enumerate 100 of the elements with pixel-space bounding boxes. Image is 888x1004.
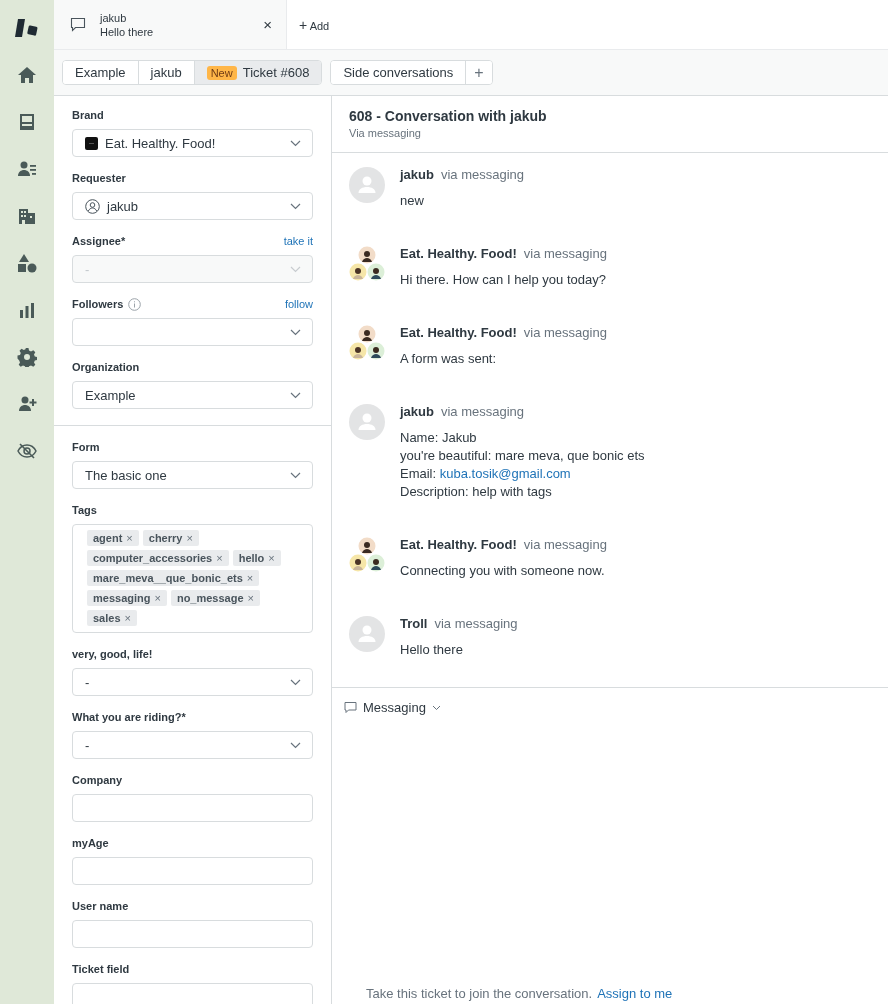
tag: computer_accessories × bbox=[87, 550, 229, 566]
team-avatar-icon bbox=[349, 325, 385, 361]
field-label: Form bbox=[72, 441, 100, 453]
tag: mare_meva__que_bonic_ets × bbox=[87, 570, 260, 586]
field-label: Brand bbox=[72, 109, 104, 121]
tag: cherry × bbox=[142, 530, 199, 546]
remove-tag-button[interactable]: × bbox=[268, 552, 275, 564]
building-icon[interactable] bbox=[17, 206, 37, 226]
input-field[interactable] bbox=[72, 983, 313, 1004]
dropdown-field[interactable]: Example bbox=[72, 381, 313, 409]
tab-title: jakub bbox=[100, 10, 128, 25]
chevron-down-icon bbox=[290, 265, 301, 273]
team-avatar-icon bbox=[349, 537, 385, 573]
channel-label: via messaging bbox=[440, 167, 525, 182]
tag: agent × bbox=[87, 530, 139, 546]
remove-tag-button[interactable]: × bbox=[186, 532, 193, 544]
remove-tag-button[interactable]: × bbox=[216, 552, 223, 564]
channel-dropdown[interactable]: Messaging bbox=[344, 700, 441, 715]
message-text: A form was sent: bbox=[400, 350, 498, 368]
channel-label: via messaging bbox=[434, 616, 518, 631]
chevron-down-icon bbox=[290, 741, 301, 749]
settings-icon[interactable] bbox=[17, 347, 37, 367]
tag: messaging × bbox=[87, 590, 167, 606]
side-conversations-button[interactable]: Side conversations bbox=[331, 61, 467, 84]
tag: hello × bbox=[232, 550, 281, 566]
dropdown-field[interactable]: Eat. Healthy. Food! bbox=[72, 129, 313, 157]
breadcrumb-tab[interactable]: Example bbox=[63, 61, 139, 84]
hidden-eye-icon[interactable] bbox=[17, 441, 37, 461]
field-label: Assignee* bbox=[72, 235, 126, 247]
remove-tag-button[interactable]: × bbox=[124, 612, 131, 624]
field-value: jakub bbox=[107, 198, 139, 214]
tag: no_message × bbox=[170, 590, 260, 606]
author-name: Troll bbox=[400, 616, 428, 631]
chevron-down-icon bbox=[290, 139, 301, 147]
contacts-icon[interactable] bbox=[17, 159, 37, 179]
message-text: Connecting you with someone now. bbox=[400, 562, 606, 580]
field-label: User name bbox=[72, 900, 129, 912]
field-label: Company bbox=[72, 774, 123, 786]
conversation-title: 608 - Conversation with jakub bbox=[349, 108, 548, 124]
field-label: Followers bbox=[72, 298, 124, 310]
message-text: Hi there. How can I help you today? bbox=[400, 271, 607, 289]
action-link[interactable]: follow bbox=[284, 298, 313, 310]
dropdown-field[interactable]: jakub bbox=[72, 192, 313, 220]
dropdown-field[interactable] bbox=[72, 318, 313, 346]
chevron-down-icon bbox=[290, 202, 301, 210]
field-label: Requester bbox=[72, 172, 126, 184]
chevron-down-icon bbox=[290, 328, 301, 336]
dropdown-field[interactable]: - bbox=[72, 668, 313, 696]
add-user-icon[interactable] bbox=[17, 394, 37, 414]
message-text: Email: bbox=[400, 466, 438, 481]
field-label: Tags bbox=[72, 504, 97, 516]
field-value: - bbox=[85, 261, 90, 277]
dropdown-field[interactable]: The basic one bbox=[72, 461, 313, 489]
avatar-icon bbox=[349, 167, 385, 203]
tags-field[interactable]: agent × cherry × computer_accessories × hello × mare_meva__que_bonic_ets × messaging × no_message × sales × bbox=[72, 524, 313, 633]
assign-link[interactable]: Assign to me bbox=[597, 986, 673, 1004]
author-name: Eat. Healthy. Food! bbox=[400, 325, 517, 340]
tab-subtitle: Hello there bbox=[100, 24, 155, 39]
ticket-tab[interactable]: jakub Hello there × bbox=[54, 0, 287, 49]
input-field[interactable] bbox=[72, 857, 313, 885]
message-text: Name: Jakub bbox=[400, 429, 478, 447]
message-text: Hello there bbox=[400, 641, 464, 659]
field-value: The basic one bbox=[85, 467, 167, 483]
channel-label: via messaging bbox=[523, 325, 607, 340]
channel-label: via messaging bbox=[440, 404, 525, 419]
channel-label: via messaging bbox=[523, 246, 607, 261]
channel-label: via messaging bbox=[523, 537, 607, 552]
message-text: Description: help with tags bbox=[400, 483, 553, 501]
inbox-icon[interactable] bbox=[17, 112, 37, 132]
field-value: - bbox=[85, 737, 90, 753]
brand-logo-icon bbox=[85, 136, 98, 150]
remove-tag-button[interactable]: × bbox=[246, 572, 254, 584]
author-name: Eat. Healthy. Food! bbox=[400, 246, 517, 261]
logo-icon[interactable] bbox=[15, 18, 39, 38]
person-icon bbox=[85, 198, 100, 214]
dropdown-field[interactable]: - bbox=[72, 731, 313, 759]
author-name: jakub bbox=[400, 167, 434, 182]
close-button[interactable]: × bbox=[257, 16, 278, 33]
chat-bubble-icon bbox=[344, 701, 357, 714]
bar-chart-icon[interactable] bbox=[17, 300, 37, 320]
email-link[interactable]: kuba.tosik@gmail.com bbox=[439, 466, 571, 481]
field-value: Eat. Healthy. Food! bbox=[105, 135, 216, 151]
breadcrumb-tab[interactable]: New Ticket #608 bbox=[194, 61, 322, 84]
message-text: new bbox=[400, 192, 425, 210]
status-badge: New bbox=[206, 65, 237, 80]
remove-tag-button[interactable]: × bbox=[126, 532, 133, 544]
team-avatar-icon bbox=[349, 246, 385, 282]
home-icon[interactable] bbox=[17, 65, 37, 85]
avatar-icon bbox=[349, 616, 385, 652]
field-label: very, good, life! bbox=[72, 648, 153, 660]
avatar-icon bbox=[349, 404, 385, 440]
input-field[interactable] bbox=[72, 794, 313, 822]
remove-tag-button[interactable]: × bbox=[154, 592, 161, 604]
field-label: Ticket field bbox=[72, 963, 130, 975]
tag: sales × bbox=[87, 610, 137, 626]
chevron-down-icon bbox=[290, 391, 301, 399]
conversation-subtitle: Via messaging bbox=[349, 127, 422, 139]
shapes-icon[interactable] bbox=[17, 253, 37, 273]
remove-tag-button[interactable]: × bbox=[247, 592, 254, 604]
input-field[interactable] bbox=[72, 920, 313, 948]
